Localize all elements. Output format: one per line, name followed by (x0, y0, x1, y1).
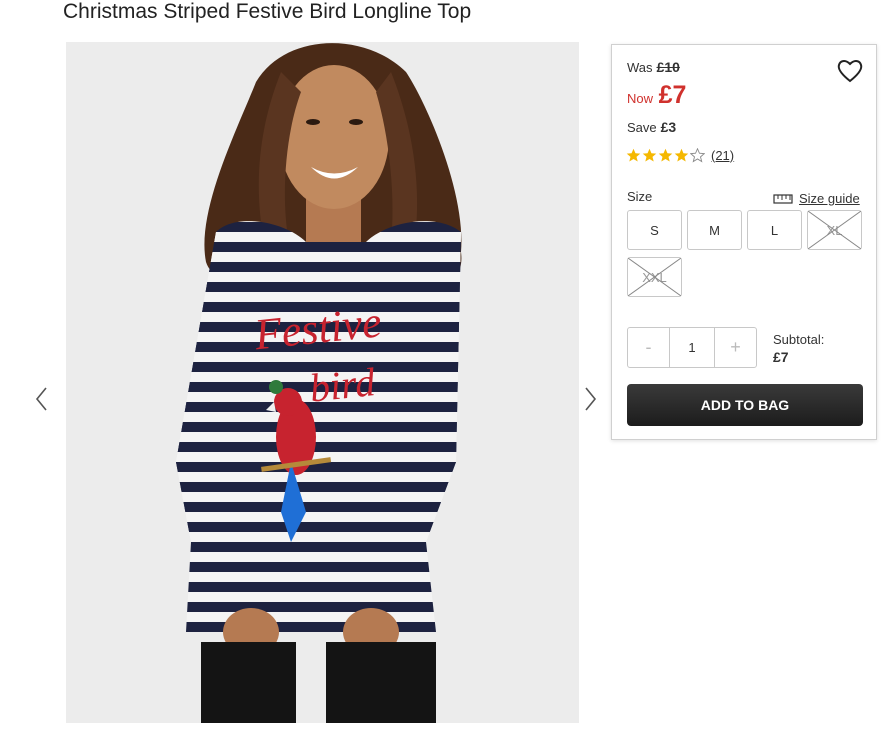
quantity-decrease-button[interactable]: - (628, 328, 669, 367)
chevron-left-icon[interactable] (32, 384, 52, 414)
ruler-icon (773, 193, 793, 204)
size-guide-link[interactable]: Size guide (773, 191, 860, 206)
star-rating: (21) (626, 146, 734, 164)
quantity-increase-button[interactable]: + (715, 328, 756, 367)
purchase-panel: Was £10 Now £7 Save £3 (21) Size Size guid… (611, 44, 877, 440)
subtotal-label: Subtotal: (773, 332, 825, 347)
size-guide-label: Size guide (799, 191, 860, 206)
star-icon (642, 148, 657, 161)
save-price: Save £3 (627, 119, 676, 135)
unavailable-cross-icon (628, 258, 681, 296)
was-amount: £10 (656, 59, 680, 75)
size-option-s[interactable]: S (627, 210, 682, 250)
was-price: Was £10 (627, 59, 680, 75)
quantity-stepper: - + (627, 327, 757, 368)
review-count-link[interactable]: (21) (711, 148, 734, 163)
star-icon (626, 148, 641, 161)
product-title: Christmas Striped Festive Bird Longline … (63, 0, 472, 23)
now-price: Now £7 (627, 81, 686, 110)
unavailable-cross-icon (808, 211, 861, 249)
size-option-l[interactable]: L (747, 210, 802, 250)
now-amount: £7 (658, 81, 687, 109)
size-option-xxl[interactable]: XXL (627, 257, 682, 297)
now-label: Now (627, 91, 654, 106)
save-label: Save (627, 120, 657, 135)
save-amount: £3 (660, 119, 677, 135)
product-image[interactable]: Festive bird (66, 42, 579, 723)
heart-icon[interactable] (836, 58, 864, 84)
size-option-m[interactable]: M (687, 210, 742, 250)
size-option-label: L (770, 222, 779, 238)
star-empty-icon (690, 147, 705, 162)
size-option-xl[interactable]: XL (807, 210, 862, 250)
size-option-label: S (650, 222, 659, 238)
add-to-bag-button[interactable]: ADD TO BAG (627, 384, 863, 426)
svg-text:bird: bird (307, 359, 378, 411)
star-icon (674, 148, 689, 161)
star-icon (658, 148, 673, 161)
size-option-label: M (709, 222, 720, 238)
was-label: Was (627, 60, 653, 75)
model-photo: Festive bird (66, 42, 579, 723)
chevron-right-icon[interactable] (580, 384, 600, 414)
subtotal-value: £7 (773, 349, 789, 365)
quantity-input[interactable] (669, 328, 715, 367)
size-label: Size (627, 189, 653, 204)
